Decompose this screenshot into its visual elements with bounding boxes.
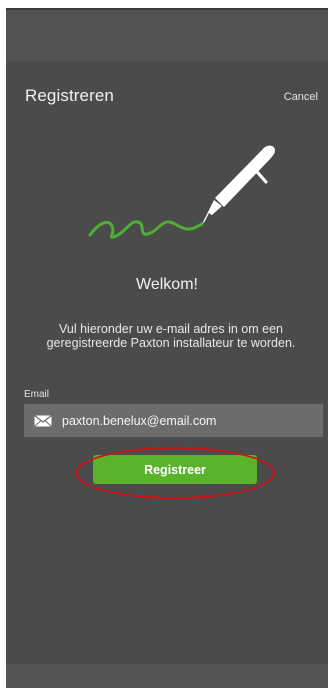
app-screen: Registreren Cancel Welkom! Vul hieronder… [6,8,328,688]
welcome-heading: Welkom! [136,276,198,293]
pen-signature-icon [88,145,275,239]
bottom-bar [6,664,328,688]
cancel-button[interactable]: Cancel [284,91,318,103]
email-input[interactable] [62,413,302,428]
navigation-bar: Registreren Cancel [6,62,328,132]
instruction-text: Vul hieronder uw e-mail adres in om een … [46,322,296,350]
signature-squiggle [88,220,204,239]
page-title: Registreren [25,86,114,105]
mail-icon [34,414,52,427]
email-field[interactable] [24,404,323,437]
register-button[interactable]: Registreer [93,455,257,484]
email-label: Email [24,389,50,400]
status-bar [6,10,328,62]
pen-icon [202,145,275,224]
